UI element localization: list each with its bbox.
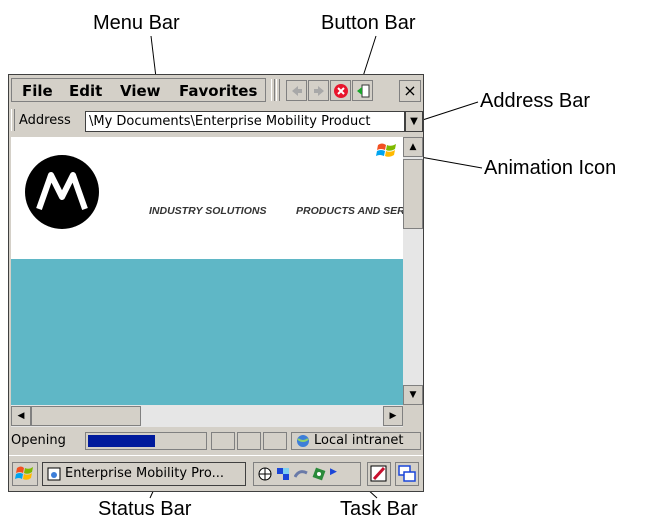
- start-button[interactable]: [12, 462, 38, 486]
- menu-bar-callout: Menu Bar: [93, 12, 180, 34]
- task-bar-callout: Task Bar: [340, 498, 418, 520]
- intranet-globe-icon: [297, 435, 309, 447]
- pen-pad-icon: [370, 465, 387, 482]
- horizontal-scroll-thumb[interactable]: [31, 406, 141, 426]
- content-banner: [11, 259, 403, 405]
- connection-icon[interactable]: [276, 467, 290, 481]
- toolbar-grip[interactable]: [271, 79, 275, 101]
- status-pane: [263, 432, 287, 450]
- address-input[interactable]: \My Documents\Enterprise Mobility Produc…: [85, 111, 405, 132]
- stop-icon: [333, 83, 348, 98]
- animation-icon-callout: Animation Icon: [484, 157, 617, 179]
- close-button[interactable]: ×: [399, 80, 421, 102]
- menu-view[interactable]: View: [118, 80, 163, 102]
- windows-flag-animation-icon: [376, 143, 396, 157]
- address-bar-callout: Address Bar: [480, 90, 591, 112]
- tray-expand-icon[interactable]: ▶: [330, 467, 337, 477]
- scroll-up-button[interactable]: ▲: [403, 137, 423, 157]
- refresh-button[interactable]: [352, 80, 373, 101]
- web-content: INDUSTRY SOLUTIONS PRODUCTS AND SER: [11, 137, 403, 405]
- chevron-down-icon: ▼: [409, 390, 417, 400]
- status-pane: [237, 432, 261, 450]
- vertical-scrollbar[interactable]: ▲ ▼: [403, 137, 423, 405]
- button-bar-callout: Button Bar: [321, 12, 416, 34]
- horizontal-scrollbar[interactable]: ◀ ▶: [11, 405, 403, 427]
- menu-edit[interactable]: Edit: [67, 80, 104, 102]
- taskbar-window-label: Enterprise Mobility Pro...: [65, 466, 224, 481]
- switch-windows-button[interactable]: [395, 462, 419, 486]
- motorola-logo: [25, 155, 99, 229]
- progress-fill: [88, 435, 155, 447]
- nav-industry-solutions[interactable]: INDUSTRY SOLUTIONS: [149, 205, 266, 217]
- forward-button[interactable]: [308, 80, 329, 101]
- refresh-icon: [356, 84, 369, 97]
- zone-label: Local intranet: [314, 433, 404, 448]
- cascade-windows-icon: [398, 465, 416, 482]
- menu-favorites[interactable]: Favorites: [177, 80, 259, 102]
- ie-window-icon: [47, 467, 61, 481]
- back-arrow-icon: [291, 85, 302, 96]
- forward-arrow-icon: [313, 85, 324, 96]
- progress-bar: [85, 432, 207, 450]
- toolbar-grip-2[interactable]: [276, 79, 280, 101]
- menu-file[interactable]: File: [20, 80, 55, 102]
- back-button[interactable]: [286, 80, 307, 101]
- browser-window: File Edit View Favorites × Address \My D…: [8, 74, 424, 492]
- chevron-right-icon: ▶: [389, 411, 397, 421]
- status-bar-callout: Status Bar: [98, 498, 192, 520]
- chevron-up-icon: ▲: [409, 142, 417, 152]
- scroll-right-button[interactable]: ▶: [383, 406, 403, 426]
- system-tray: ▶: [253, 462, 361, 486]
- scroll-down-button[interactable]: ▼: [403, 385, 423, 405]
- address-label: Address: [19, 113, 71, 128]
- close-icon: ×: [403, 81, 417, 100]
- chevron-down-icon: ▼: [410, 116, 418, 127]
- vertical-scroll-thumb[interactable]: [403, 159, 423, 229]
- chevron-left-icon: ◀: [17, 411, 25, 421]
- address-bar: Address \My Documents\Enterprise Mobilit…: [9, 107, 423, 134]
- address-grip[interactable]: [11, 109, 15, 131]
- network-icon[interactable]: [258, 467, 272, 481]
- status-text: Opening: [11, 433, 66, 448]
- security-zone: Local intranet: [291, 432, 421, 450]
- status-pane: [211, 432, 235, 450]
- batwing-logo-icon: [36, 172, 88, 210]
- windows-start-icon: [15, 466, 33, 480]
- radio-icon[interactable]: [312, 467, 326, 481]
- address-dropdown-button[interactable]: ▼: [405, 111, 423, 132]
- nav-products-and-services[interactable]: PRODUCTS AND SER: [296, 205, 403, 217]
- task-bar: Enterprise Mobility Pro... ▶: [9, 455, 423, 492]
- taskbar-window-button[interactable]: Enterprise Mobility Pro...: [42, 462, 246, 486]
- stop-button[interactable]: [330, 80, 351, 101]
- status-bar: Opening Local intranet: [11, 430, 421, 452]
- scroll-left-button[interactable]: ◀: [11, 406, 31, 426]
- input-panel-button[interactable]: [367, 462, 391, 486]
- menu-bar: File Edit View Favorites ×: [9, 77, 423, 103]
- sync-icon[interactable]: [294, 467, 308, 481]
